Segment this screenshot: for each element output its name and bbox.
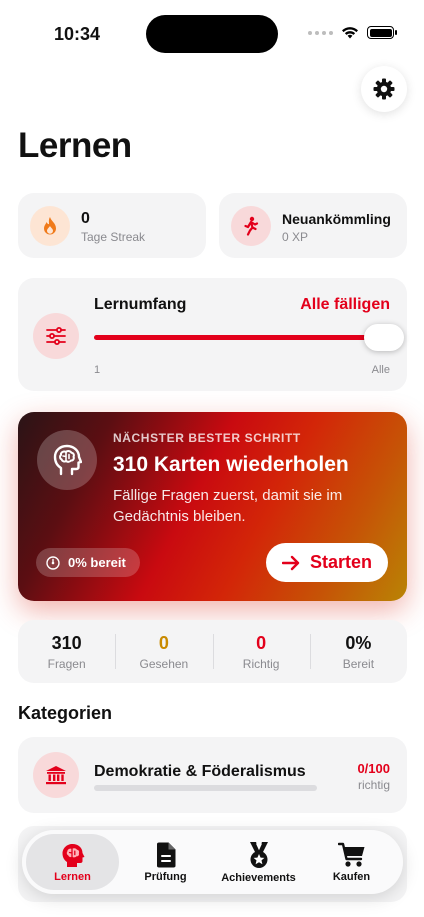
- slider-max-label: Alle: [371, 364, 390, 376]
- stat-label: Fragen: [47, 656, 86, 671]
- tab-label: Kaufen: [332, 870, 371, 883]
- learning-scope-card: Lernumfang Alle fälligen 1 Alle: [18, 278, 407, 391]
- streak-value: 0: [81, 210, 90, 227]
- tab-lernen[interactable]: Lernen: [26, 834, 119, 890]
- streak-icon-circle: [30, 206, 70, 246]
- categories-heading: Kategorien: [18, 703, 113, 723]
- hero-description: Fällige Fragen zuerst, damit sie im Gedä…: [113, 487, 343, 525]
- status-time: 10:34: [54, 24, 101, 44]
- hero-title: 310 Karten wiederholen: [113, 453, 349, 476]
- category-score-label: richtig: [357, 778, 390, 792]
- status-icons: [308, 26, 397, 39]
- scope-slider[interactable]: [94, 324, 404, 351]
- stat-seen: 0 Gesehen: [115, 620, 212, 683]
- brain-head-icon: [53, 444, 82, 476]
- category-card[interactable]: Demokratie & Föderalismus 0/100 richtig: [18, 737, 407, 813]
- start-button-label: Starten: [309, 552, 372, 572]
- streak-label: Tage Streak: [81, 230, 146, 244]
- category-score: 0/100: [357, 761, 390, 776]
- readiness-gauge-icon: [46, 555, 60, 570]
- rank-name: Neuankömmling: [282, 211, 391, 227]
- settings-button[interactable]: [361, 66, 407, 112]
- brain-head-icon-circle: [37, 430, 97, 490]
- start-button[interactable]: Starten: [266, 543, 388, 582]
- tab-bar: Lernen Prüfung Achievements Kaufen: [22, 830, 403, 894]
- readiness-badge: 0% bereit: [36, 548, 140, 577]
- stat-value: 0: [256, 632, 267, 653]
- flame-icon: [44, 217, 56, 235]
- category-title: Demokratie & Föderalismus: [94, 763, 306, 780]
- stat-questions: 310 Fragen: [18, 620, 115, 683]
- stat-label: Gesehen: [139, 656, 189, 671]
- battery-icon: [367, 26, 397, 39]
- next-step-card: NÄCHSTER BESTER SCHRITT 310 Karten wiede…: [18, 412, 407, 601]
- category-progress-bar: [94, 785, 317, 791]
- institution-icon: [46, 766, 66, 785]
- streak-card[interactable]: 0 Tage Streak: [18, 193, 206, 258]
- slider-thumb[interactable]: [364, 324, 404, 351]
- page-title: Lernen: [18, 126, 132, 165]
- sliders-icon: [46, 327, 66, 345]
- tab-label: Achievements: [221, 871, 296, 884]
- stat-correct: 0 Richtig: [212, 620, 310, 683]
- tab-label: Lernen: [54, 870, 91, 883]
- medal-icon: [249, 841, 268, 868]
- hero-eyebrow: NÄCHSTER BESTER SCHRITT: [113, 431, 301, 445]
- stat-label: Bereit: [342, 656, 375, 671]
- tab-pruefung[interactable]: Prüfung: [119, 834, 212, 890]
- document-icon: [156, 842, 175, 867]
- rank-xp: 0 XP: [282, 230, 309, 244]
- stat-value: 0%: [345, 632, 372, 653]
- wifi-icon: [342, 27, 358, 39]
- stat-value: 310: [51, 632, 82, 653]
- tab-achievements[interactable]: Achievements: [212, 834, 305, 890]
- slider-min-label: 1: [94, 364, 101, 376]
- walking-person-icon: [244, 216, 259, 236]
- tab-label: Prüfung: [144, 870, 187, 883]
- scope-title: Lernumfang: [94, 296, 187, 313]
- scope-value: Alle fälligen: [300, 296, 390, 313]
- brain-icon: [62, 843, 84, 867]
- category-icon-circle: [33, 752, 79, 798]
- slider-fill: [94, 335, 390, 340]
- tab-kaufen[interactable]: Kaufen: [305, 834, 398, 890]
- arrow-right-icon: [281, 555, 300, 570]
- scope-icon-circle: [33, 313, 79, 359]
- readiness-badge-label: 0% bereit: [68, 555, 126, 570]
- stat-value: 0: [158, 632, 169, 653]
- rank-icon-circle: [231, 206, 271, 246]
- dynamic-island: [146, 15, 278, 53]
- stats-row: 310 Fragen 0 Gesehen 0 Richtig 0% Bereit: [18, 620, 407, 683]
- stat-label: Richtig: [242, 656, 280, 671]
- signal-icon: [308, 30, 333, 35]
- cart-icon: [337, 842, 364, 867]
- stat-ready: 0% Bereit: [309, 620, 407, 683]
- gear-icon: [373, 78, 395, 100]
- rank-card[interactable]: Neuankömmling 0 XP: [219, 193, 407, 258]
